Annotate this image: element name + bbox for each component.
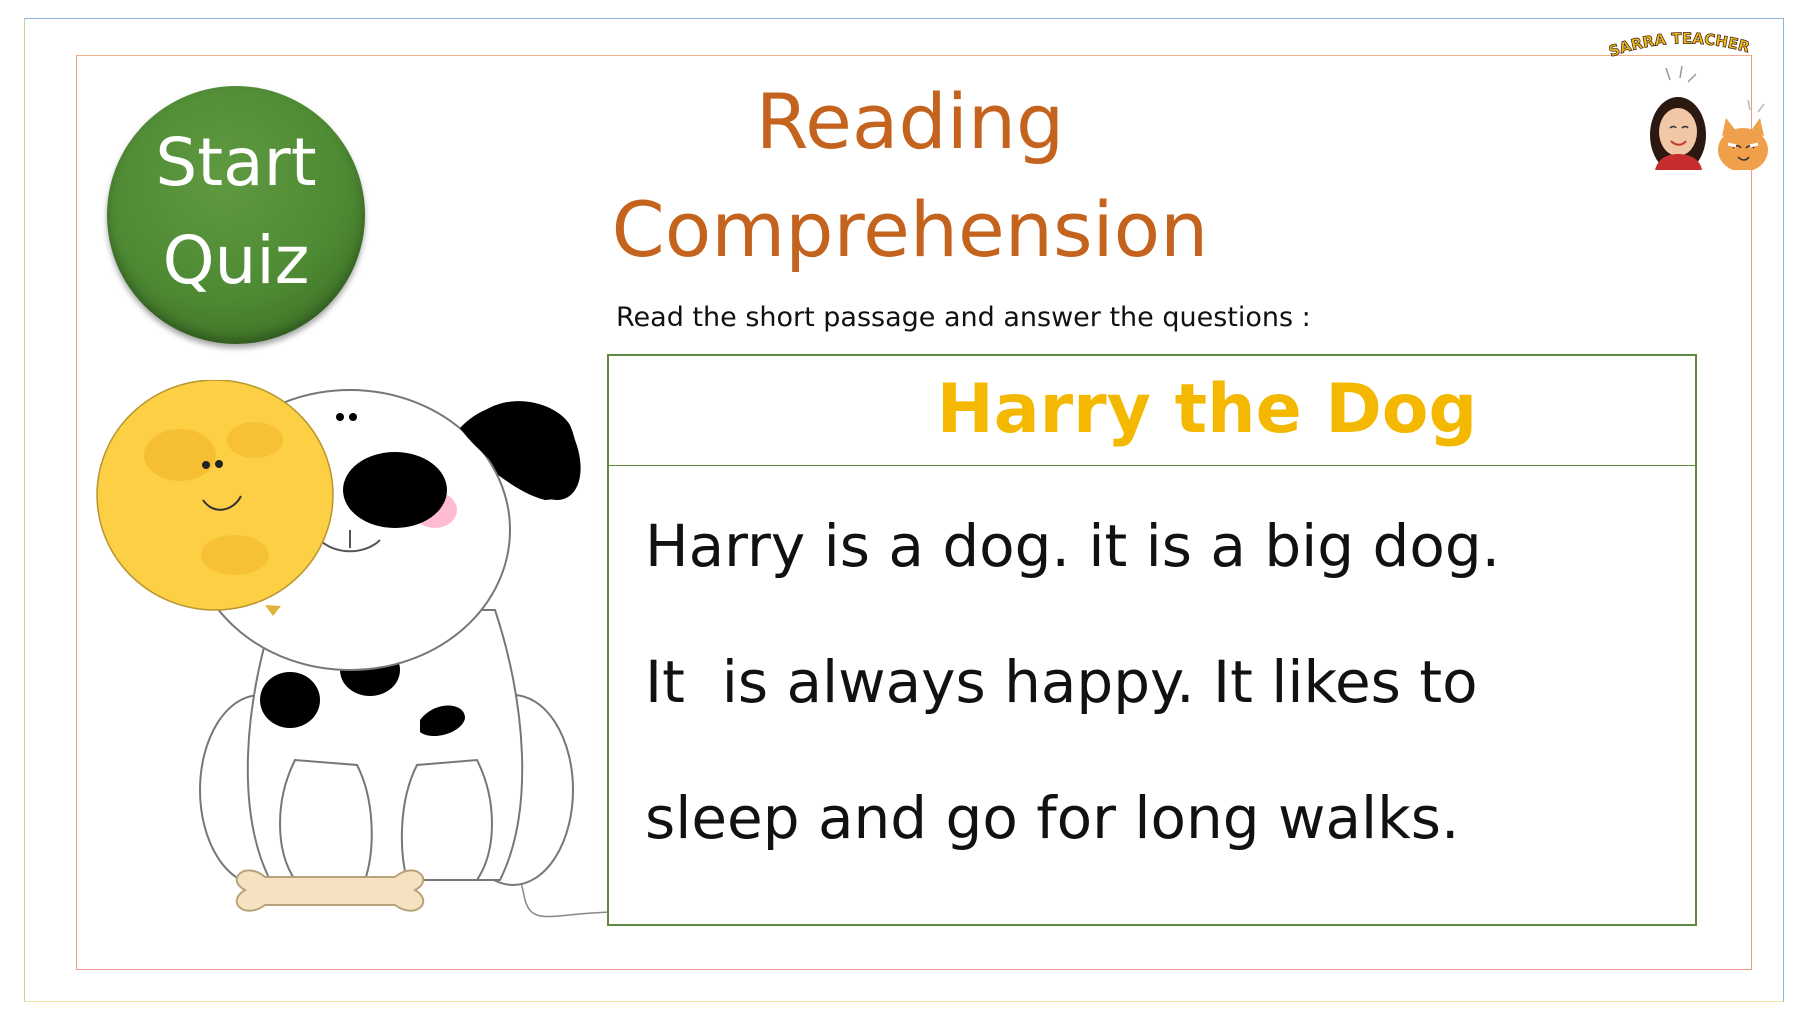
start-quiz-button[interactable]: Start Quiz [107, 86, 365, 344]
story-text: Harry is a dog. it is a big dog. It is a… [609, 466, 1695, 914]
start-quiz-label-line-2: Quiz [162, 222, 310, 299]
title-line-2: Comprehension [611, 185, 1209, 274]
story-line-1: Harry is a dog. it is a big dog. [645, 512, 1501, 580]
story-line-3: sleep and go for long walks. [645, 784, 1460, 852]
story-title: Harry the Dog [936, 370, 1478, 449]
story-title-row: Harry the Dog [609, 356, 1695, 466]
dog-illustration [96, 380, 621, 918]
start-quiz-label-line-1: Start [155, 124, 317, 201]
page-title: Reading Comprehension [560, 68, 1260, 284]
story-box: Harry the Dog Harry is a dog. it is a bi… [607, 354, 1697, 926]
title-line-1: Reading [755, 77, 1065, 166]
story-line-2: It is always happy. It likes to [645, 648, 1478, 716]
svg-text:SARRA TEACHER: SARRA TEACHER [1606, 29, 1752, 60]
teacher-and-cat-logo: SARRA TEACHER [1606, 29, 1768, 170]
instructions-text: Read the short passage and answer the qu… [616, 302, 1311, 333]
